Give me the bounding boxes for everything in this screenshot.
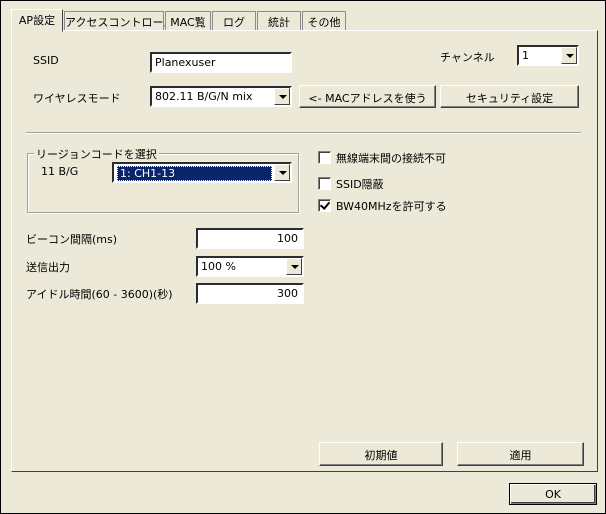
restore-defaults-button[interactable]: 初期値	[319, 442, 443, 466]
chevron-down-icon[interactable]	[286, 258, 302, 275]
tx-power-select[interactable]: 100 %	[196, 256, 304, 277]
isolation-checkbox[interactable]	[318, 151, 331, 164]
region-code-group: リージョンコードを選択 11 B/G 1: CH1-13	[27, 146, 299, 213]
ok-button[interactable]: OK	[509, 483, 597, 505]
chevron-down-icon[interactable]	[274, 164, 290, 181]
isolation-label[interactable]: 無線端末間の接続不可	[336, 150, 446, 166]
use-mac-address-button[interactable]: <- MACアドレスを使う	[299, 85, 436, 108]
idle-time-field[interactable]: 300	[196, 283, 304, 304]
ssid-hidden-checkbox[interactable]	[318, 177, 331, 190]
tab-access-control[interactable]: アクセスコントロール	[64, 11, 174, 31]
settings-panel: SSID Planexuser チャンネル 1 ワイヤレスモード 802.11 …	[11, 30, 598, 472]
channel-label: チャンネル	[440, 51, 495, 64]
tab-mac-list[interactable]: MAC覧	[165, 11, 211, 31]
tab-statistics[interactable]: 統計	[257, 11, 301, 31]
apply-button[interactable]: 適用	[457, 442, 584, 466]
ssid-field[interactable]: Planexuser	[150, 52, 292, 73]
tx-power-value: 100 %	[201, 260, 236, 273]
ssid-hidden-label[interactable]: SSID隠蔽	[336, 176, 384, 192]
beacon-interval-field[interactable]: 100	[196, 228, 304, 249]
tab-other[interactable]: その他	[302, 11, 346, 31]
wireless-mode-select[interactable]: 802.11 B/G/N mix	[150, 86, 292, 107]
tab-ap-settings[interactable]: AP設定	[11, 9, 63, 32]
region-code-group-title: リージョンコードを選択	[34, 146, 159, 162]
region-band-label: 11 B/G	[41, 165, 79, 178]
chevron-down-icon[interactable]	[561, 47, 577, 64]
chevron-down-icon[interactable]	[274, 88, 290, 105]
region-code-value: 1: CH1-13	[117, 166, 272, 181]
tx-power-label: 送信出力	[26, 261, 70, 274]
security-settings-button[interactable]: セキュリティ設定	[440, 85, 579, 108]
idle-time-label: アイドル時間(60 - 3600)(秒)	[26, 288, 173, 301]
channel-value: 1	[522, 49, 529, 62]
ssid-label: SSID	[33, 54, 59, 67]
channel-select[interactable]: 1	[517, 45, 579, 66]
bw40-checkbox[interactable]	[318, 199, 331, 212]
separator	[26, 132, 581, 134]
bw40-label[interactable]: BW40MHzを許可する	[336, 198, 447, 214]
wireless-mode-label: ワイヤレスモード	[33, 92, 121, 105]
wireless-mode-value: 802.11 B/G/N mix	[155, 90, 253, 103]
beacon-interval-label: ビーコン間隔(ms)	[26, 233, 118, 246]
region-code-select[interactable]: 1: CH1-13	[112, 162, 292, 183]
ap-settings-window: AP設定 アクセスコントロール MAC覧 ログ 統計 その他 SSID Plan…	[0, 0, 606, 514]
tab-log[interactable]: ログ	[212, 11, 256, 31]
